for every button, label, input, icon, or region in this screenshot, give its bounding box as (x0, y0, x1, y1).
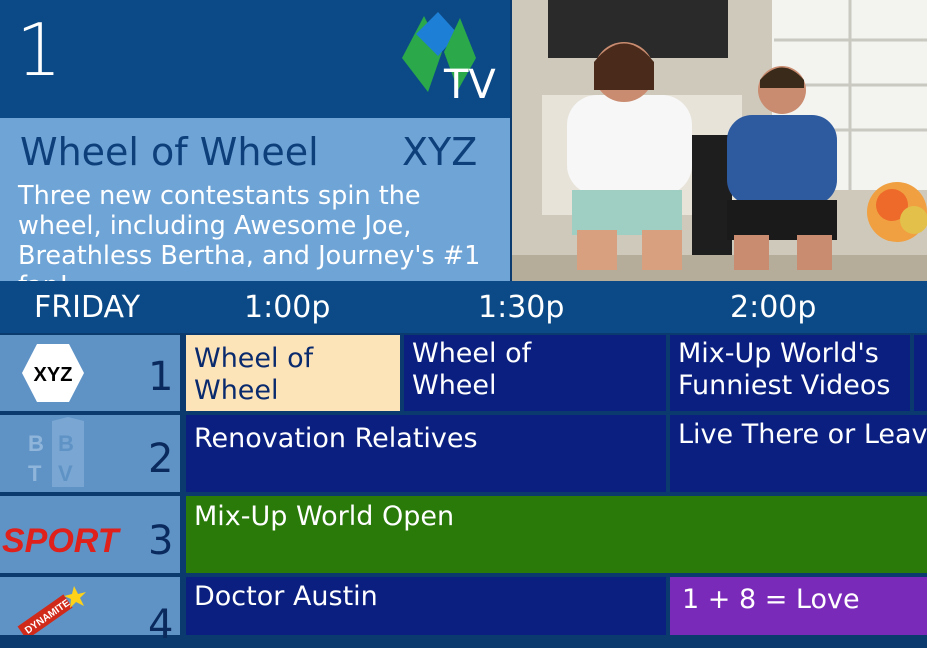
sport-logo-icon: SPORT (2, 522, 119, 560)
time-slot-label: 2:00p (730, 290, 817, 325)
time-slot-label: 1:30p (478, 290, 565, 325)
program-cell[interactable]: Mix-Up World Open (186, 496, 927, 573)
program-cell[interactable]: Wheel of Wheel (404, 335, 666, 411)
program-cell-selected[interactable]: Wheel of Wheel (186, 335, 400, 411)
current-channel-number: 1 (16, 8, 62, 92)
grid-day-label: FRIDAY (34, 290, 141, 325)
program-network: XYZ (402, 130, 478, 174)
tv-logo: TV (402, 12, 496, 102)
svg-text:B: B (28, 431, 44, 456)
channel-number: 1 (148, 354, 174, 400)
program-cell[interactable]: 1 + 8 = Love (670, 577, 927, 635)
time-slot-label: 1:00p (244, 290, 331, 325)
video-preview[interactable] (512, 0, 927, 281)
program-cell[interactable]: Renovation Relatives (186, 415, 666, 492)
channel-number: 2 (148, 436, 174, 482)
svg-text:T: T (28, 461, 42, 486)
program-cell[interactable]: Doctor Austin (186, 577, 666, 635)
channel-number: 4 (148, 602, 174, 648)
svg-text:DYNAMITE: DYNAMITE (23, 597, 72, 635)
program-cell[interactable]: Live There or Leave (670, 415, 927, 492)
video-frame (512, 0, 927, 281)
program-title: Wheel of Wheel (20, 130, 319, 174)
svg-text:V: V (58, 461, 73, 486)
svg-text:XYZ: XYZ (34, 364, 73, 386)
dynamite-logo-icon: DYNAMITE (17, 586, 86, 635)
bbtv-logo-icon: B B T V (28, 417, 84, 487)
svg-text:B: B (58, 431, 74, 456)
tv-logo-text: TV (443, 62, 496, 102)
channel-number: 3 (148, 518, 174, 564)
program-cell[interactable]: Mix-Up World's Funniest Videos (670, 335, 910, 411)
xyz-logo-icon: XYZ (22, 344, 84, 402)
program-cell[interactable] (914, 335, 927, 411)
